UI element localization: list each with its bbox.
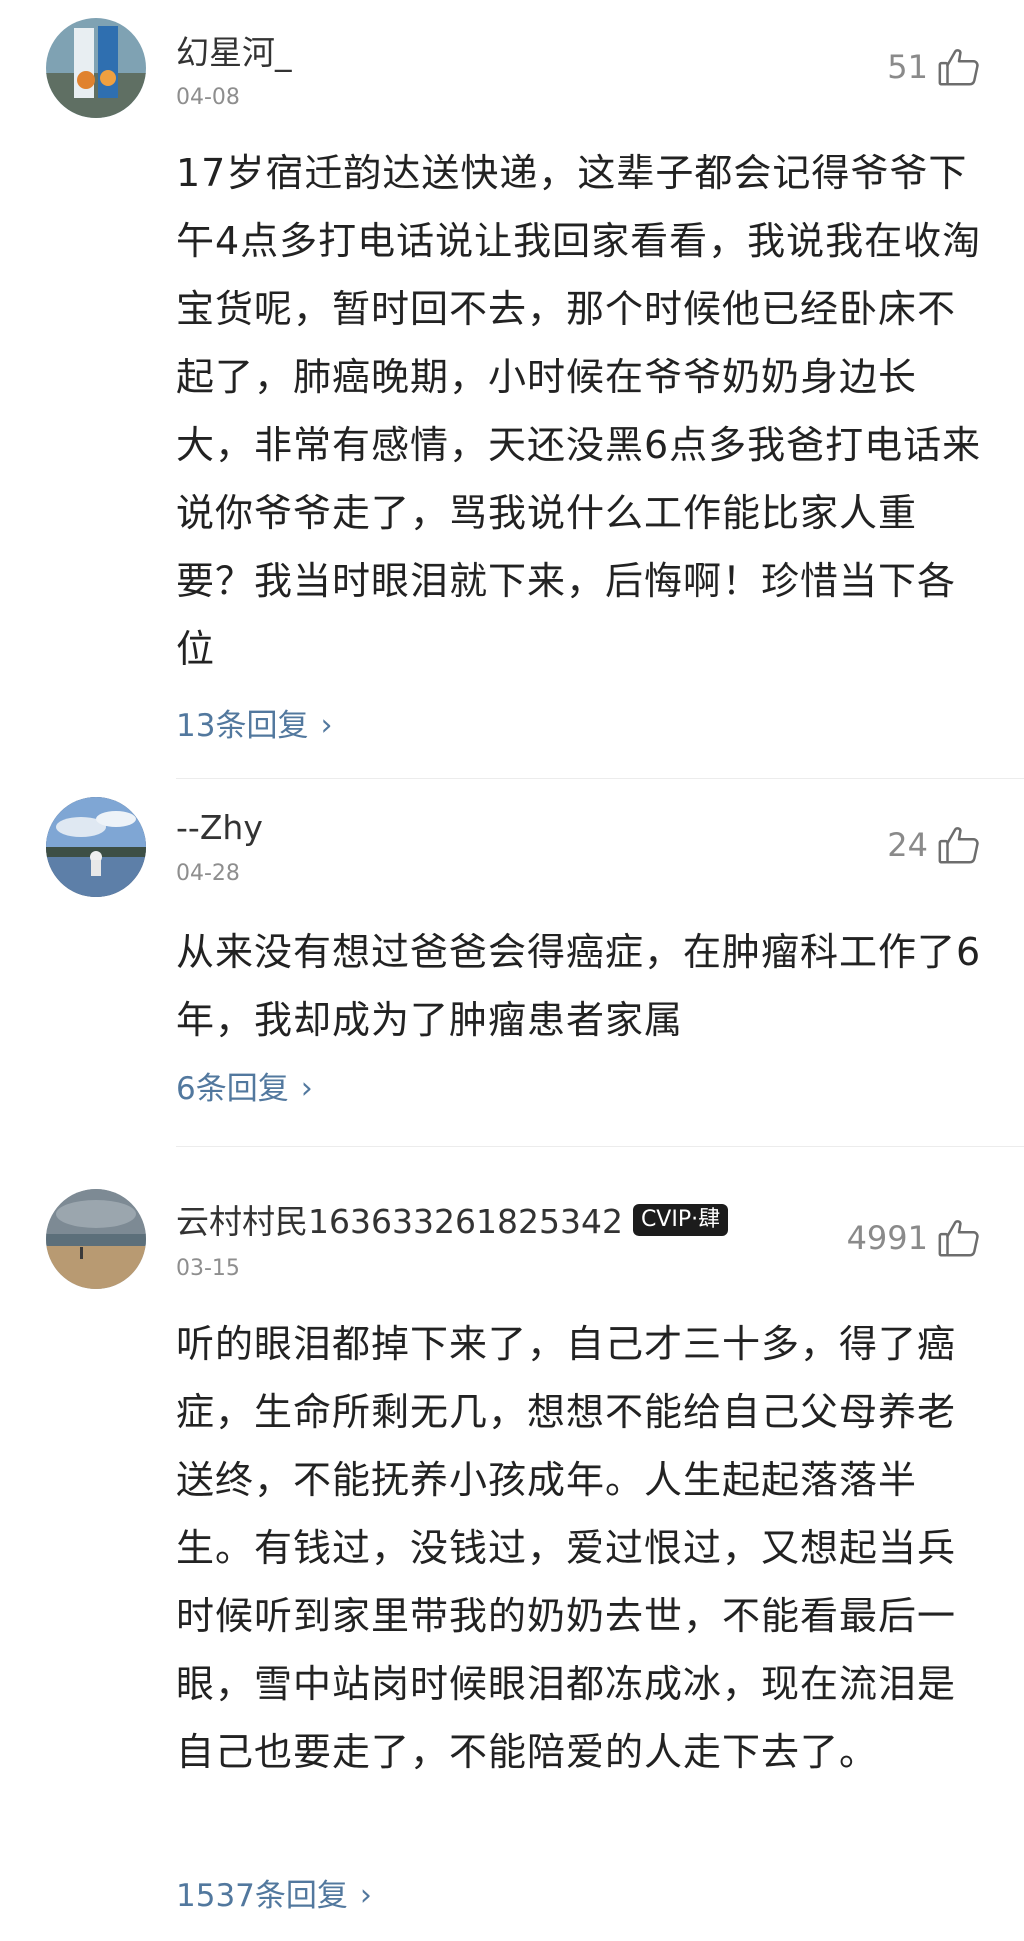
replies-link[interactable]: 1537条回复 › [176,1876,372,1916]
divider [176,778,1024,779]
comment-text: 17岁宿迁韵达送快递，这辈子都会记得爷爷下午4点多打电话说让我回家看看，我说我在… [176,151,982,671]
vip-badge[interactable]: CVIP·肆 [632,1203,729,1236]
like-count: 51 [887,48,928,86]
replies-label: 1537条回复 [176,1878,348,1914]
replies-link[interactable]: 6条回复 › [176,1069,313,1109]
thumbs-up-icon[interactable] [936,822,982,868]
avatar[interactable] [46,797,146,897]
comment-date: 04-28 [176,861,240,886]
username-label: 云村村民163633261825342 [176,1202,623,1241]
comment-date: 03-15 [176,1256,240,1281]
username[interactable]: 幻星河_ [176,33,292,73]
thumbs-up-icon[interactable] [936,1215,982,1261]
like-count: 24 [887,826,928,864]
comment-text: 从来没有想过爸爸会得癌症，在肿瘤科工作了6年，我却成为了肿瘤患者家属 [176,930,982,1042]
like-count: 4991 [846,1219,928,1257]
chevron-right-icon: › [320,708,333,743]
like-button[interactable]: 24 [887,822,982,868]
chevron-right-icon: › [300,1071,313,1106]
divider [176,1146,1024,1147]
username[interactable]: --Zhy [176,808,263,848]
like-button[interactable]: 4991 [847,1215,982,1261]
thumbs-up-icon[interactable] [936,44,982,90]
comment-text: 听的眼泪都掉下来了，自己才三十多，得了癌症，生命所剩无几，想想不能给自己父母养老… [176,1322,957,1774]
chevron-right-icon: › [359,1878,372,1913]
like-button[interactable]: 51 [887,44,982,90]
replies-label: 13条回复 [176,708,309,744]
username[interactable]: 云村村民163633261825342 CVIP·肆 [176,1202,729,1242]
avatar[interactable] [46,18,146,118]
replies-label: 6条回复 [176,1071,289,1107]
avatar[interactable] [46,1189,146,1289]
comment-date: 04-08 [176,85,240,110]
replies-link[interactable]: 13条回复 › [176,706,332,746]
